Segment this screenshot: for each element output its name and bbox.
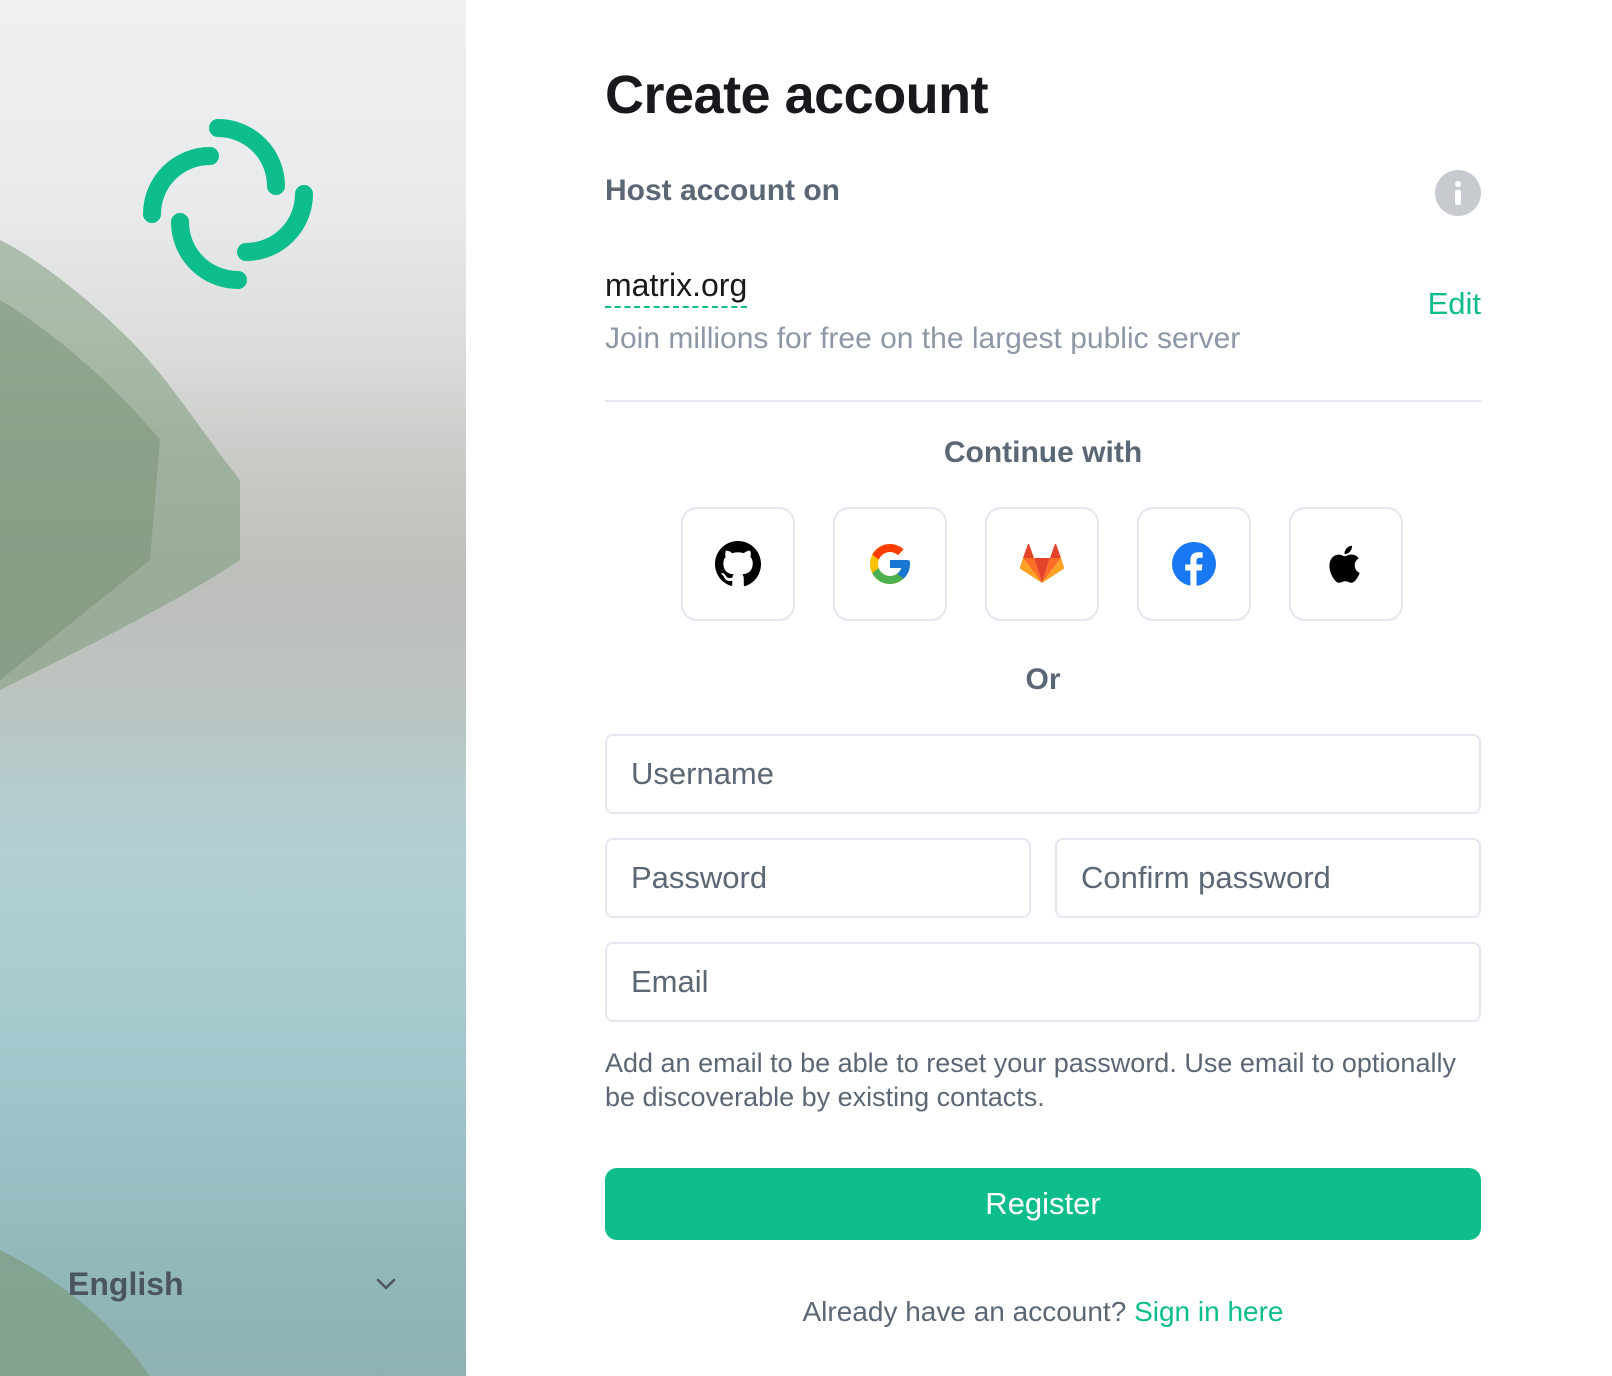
edit-server-link[interactable]: Edit xyxy=(1428,286,1481,322)
sso-apple-button[interactable] xyxy=(1289,507,1403,621)
username-input[interactable] xyxy=(607,736,1479,812)
info-glyph xyxy=(1455,181,1461,205)
page-title: Create account xyxy=(605,65,989,125)
server-name: matrix.org xyxy=(605,266,748,308)
password-input[interactable] xyxy=(607,840,1029,916)
or-separator: Or xyxy=(1025,663,1061,696)
host-account-label: Host account on xyxy=(605,174,841,207)
sso-facebook-button[interactable] xyxy=(1137,507,1251,621)
sso-gitlab-button[interactable] xyxy=(985,507,1099,621)
username-field xyxy=(605,734,1481,814)
continue-with-heading: Continue with xyxy=(943,436,1143,469)
element-logo-icon xyxy=(143,119,313,289)
signin-prompt: Already have an account? Sign in here xyxy=(605,1296,1481,1328)
sso-github-button[interactable] xyxy=(681,507,795,621)
confirm-password-field xyxy=(1055,838,1481,918)
sso-buttons xyxy=(681,507,1403,621)
info-icon[interactable] xyxy=(1435,170,1481,216)
email-help-text: Add an email to be able to reset your pa… xyxy=(605,1048,1456,1112)
chevron-down-icon xyxy=(376,1278,396,1290)
google-icon xyxy=(870,544,910,584)
sso-google-button[interactable] xyxy=(833,507,947,621)
language-label: English xyxy=(68,1265,184,1302)
sign-in-link[interactable]: Sign in here xyxy=(1134,1296,1283,1327)
email-input[interactable] xyxy=(607,944,1479,1020)
facebook-icon xyxy=(1172,542,1216,586)
signin-prompt-text: Already have an account? xyxy=(802,1296,1127,1327)
server-description: Join millions for free on the largest pu… xyxy=(605,322,1241,355)
language-selector[interactable]: English xyxy=(68,1262,398,1306)
email-field xyxy=(605,942,1481,1022)
apple-icon xyxy=(1329,545,1360,583)
github-icon xyxy=(715,541,762,587)
background-panel: English xyxy=(0,0,466,1376)
confirm-password-input[interactable] xyxy=(1057,840,1479,916)
register-button[interactable]: Register xyxy=(605,1168,1481,1240)
divider xyxy=(605,400,1481,402)
auth-panel: Create account Host account on matrix.or… xyxy=(466,0,1612,1376)
gitlab-icon xyxy=(1019,544,1065,583)
password-field xyxy=(605,838,1031,918)
